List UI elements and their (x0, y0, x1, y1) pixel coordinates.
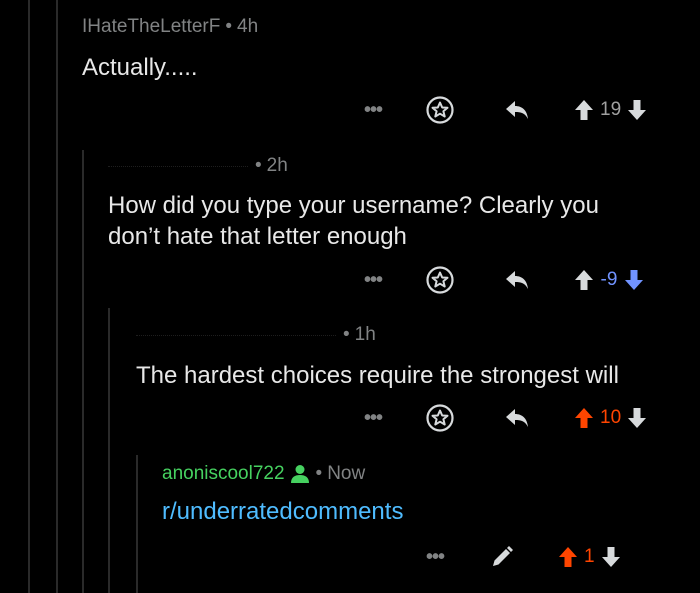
reply-arrow-icon[interactable] (504, 269, 530, 291)
more-options-icon[interactable]: ••• (420, 542, 450, 572)
comment-actions: ••• -9 (358, 265, 644, 295)
comment-body-line: don’t hate that letter enough (108, 223, 407, 250)
username[interactable] (108, 165, 248, 167)
upvote-arrow-icon[interactable] (574, 269, 594, 291)
comment-body: How did you type your username? Clearly … (108, 190, 599, 252)
reply-arrow-icon[interactable] (504, 407, 530, 429)
comment-thread: IHateTheLetterF • 4h Actually..... ••• 1… (0, 0, 700, 593)
thread-line-4[interactable] (108, 308, 110, 593)
comment-meta: IHateTheLetterF • 4h (82, 16, 258, 38)
comment-1: IHateTheLetterF • 4h Actually..... (82, 16, 258, 83)
separator: • (315, 463, 323, 484)
thread-line-3[interactable] (82, 150, 84, 593)
comment-body: r/underratedcomments (162, 498, 403, 526)
username[interactable]: anoniscool722 (162, 463, 285, 485)
comment-meta: • 2h (108, 155, 599, 177)
username[interactable] (136, 334, 336, 336)
upvote-arrow-icon[interactable] (574, 407, 594, 429)
thread-line-2[interactable] (56, 0, 58, 593)
more-options-icon[interactable]: ••• (358, 265, 388, 295)
comment-actions: ••• 19 (358, 95, 647, 125)
comment-4: anoniscool722 • Now r/underratedcomments (162, 463, 403, 526)
timestamp: Now (327, 463, 366, 484)
downvote-arrow-icon[interactable] (624, 269, 644, 291)
separator: • (255, 155, 262, 176)
more-options-icon[interactable]: ••• (358, 403, 388, 433)
more-options-icon[interactable]: ••• (358, 95, 388, 125)
vote-score: 1 (584, 546, 595, 567)
thread-line-1[interactable] (28, 0, 30, 593)
comment-meta: anoniscool722 • Now (162, 463, 403, 485)
comment-2: • 2h How did you type your username? Cle… (108, 155, 599, 252)
subreddit-link[interactable]: r/underratedcomments (162, 498, 403, 525)
upvote-arrow-icon[interactable] (574, 99, 594, 121)
comment-3: • 1h The hardest choices require the str… (136, 324, 619, 391)
timestamp: 4h (237, 16, 259, 37)
vote-score: 10 (600, 407, 622, 428)
downvote-arrow-icon[interactable] (627, 407, 647, 429)
reply-arrow-icon[interactable] (504, 99, 530, 121)
username[interactable]: IHateTheLetterF (82, 16, 220, 38)
comment-meta: • 1h (136, 324, 619, 346)
star-award-icon[interactable] (426, 96, 454, 124)
vote-score: -9 (600, 269, 618, 290)
separator: • (225, 16, 232, 37)
timestamp: 2h (266, 155, 288, 176)
thread-line-5[interactable] (136, 455, 138, 593)
comment-actions: ••• 10 (358, 403, 647, 433)
downvote-arrow-icon[interactable] (627, 99, 647, 121)
star-award-icon[interactable] (426, 404, 454, 432)
comment-body: Actually..... (82, 54, 198, 81)
pencil-edit-icon[interactable] (490, 545, 514, 569)
timestamp: 1h (354, 324, 376, 345)
comment-actions: ••• 1 (420, 542, 621, 572)
person-icon (289, 463, 311, 485)
star-award-icon[interactable] (426, 266, 454, 294)
upvote-arrow-icon[interactable] (558, 546, 578, 568)
separator: • (343, 324, 350, 345)
downvote-arrow-icon[interactable] (601, 546, 621, 568)
comment-body-line: How did you type your username? Clearly … (108, 192, 599, 219)
comment-body: The hardest choices require the stronges… (136, 362, 619, 389)
vote-score: 19 (600, 99, 622, 120)
